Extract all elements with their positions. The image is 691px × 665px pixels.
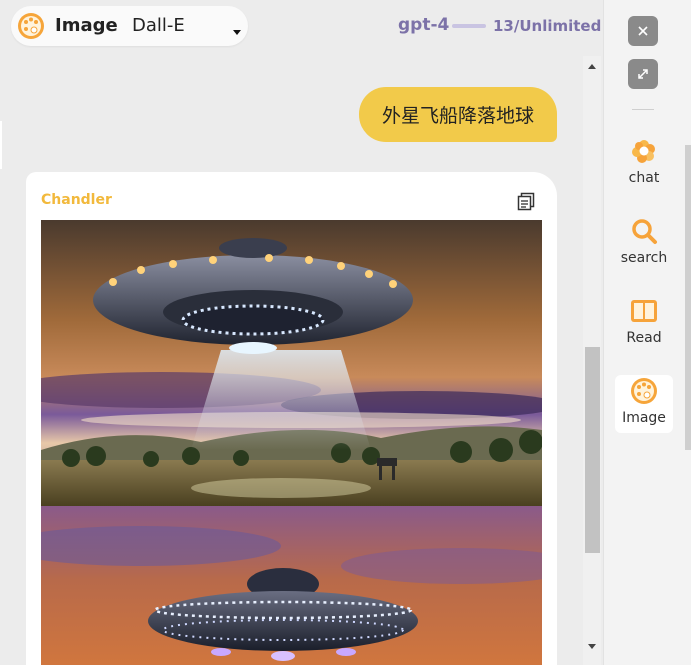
sidebar-item-search[interactable]: search bbox=[615, 215, 673, 273]
palette-icon bbox=[18, 13, 44, 39]
side-drawer-handle[interactable] bbox=[0, 121, 2, 169]
mode-label: Image bbox=[55, 15, 118, 36]
expand-icon bbox=[638, 69, 648, 79]
chevron-down-icon bbox=[233, 30, 241, 35]
right-sidebar: chat search Read Image bbox=[603, 0, 691, 665]
search-icon bbox=[632, 219, 657, 244]
sidebar-divider bbox=[632, 109, 654, 110]
sidebar-item-label: search bbox=[620, 250, 668, 266]
user-message-text: 外星飞船降落地球 bbox=[381, 105, 534, 127]
model-option: Dall-E bbox=[132, 15, 185, 36]
sidebar-item-label: Image bbox=[622, 410, 666, 426]
sidebar-item-label: Read bbox=[626, 330, 662, 346]
generated-images bbox=[41, 220, 542, 665]
usage-count: 13/Unlimited bbox=[493, 17, 602, 35]
close-icon bbox=[638, 26, 648, 36]
model-name: gpt-4 bbox=[398, 15, 450, 35]
usage-bar bbox=[452, 24, 486, 28]
mode-selector[interactable]: Image Dall-E bbox=[11, 6, 248, 46]
scrollbar-thumb[interactable] bbox=[585, 347, 600, 553]
expand-button[interactable] bbox=[628, 59, 658, 89]
assistant-name: Chandler bbox=[41, 192, 112, 208]
scroll-down-arrow-icon[interactable] bbox=[588, 644, 596, 649]
user-message: 外星飞船降落地球 bbox=[359, 87, 557, 142]
chat-panel: Image Dall-E gpt-4 13/Unlimited 外星飞船降落地球… bbox=[0, 0, 603, 665]
palette-icon bbox=[631, 378, 657, 404]
sidebar-item-label: chat bbox=[628, 170, 660, 186]
sidebar-scrollbar[interactable] bbox=[685, 145, 691, 450]
copy-icon[interactable] bbox=[516, 191, 536, 211]
chat-swirl-icon bbox=[632, 140, 655, 163]
chat-header: Image Dall-E gpt-4 13/Unlimited bbox=[0, 0, 603, 54]
book-icon bbox=[631, 300, 657, 322]
generated-image-1[interactable] bbox=[41, 220, 542, 506]
sidebar-item-read[interactable]: Read bbox=[615, 295, 673, 353]
sidebar-item-chat[interactable]: chat bbox=[615, 135, 673, 193]
close-button[interactable] bbox=[628, 16, 658, 46]
generated-image-2[interactable] bbox=[41, 506, 542, 665]
sidebar-item-image[interactable]: Image bbox=[615, 375, 673, 433]
scroll-up-arrow-icon[interactable] bbox=[588, 64, 596, 69]
assistant-message: Chandler bbox=[26, 172, 557, 665]
